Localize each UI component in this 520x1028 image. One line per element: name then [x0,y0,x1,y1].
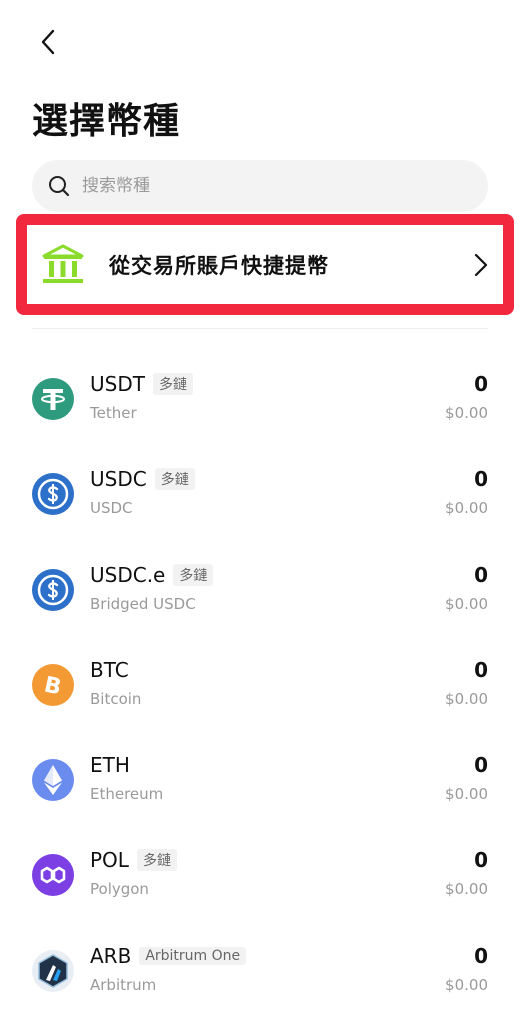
coin-usd-value: $0.00 [445,594,488,613]
coin-amount: 0 [474,848,488,873]
coin-amount: 0 [474,372,488,396]
chevron-left-icon [41,29,55,55]
coin-usd-value: $0.00 [445,880,488,899]
arbitrum-icon [32,949,74,992]
usdc-icon [32,568,74,611]
divider [32,328,488,329]
coin-symbol: ETH [90,753,130,778]
coin-amount: 0 [474,943,488,968]
coin-symbol: USDC.e [90,562,166,587]
coin-row-btc[interactable]: B BTC Bitcoin 0 $0.00 [0,636,520,731]
network-badge: 多鏈 [154,468,195,491]
coin-usd-value: $0.00 [445,975,488,994]
tether-icon [32,378,74,420]
coin-usd-value: $0.00 [445,689,488,708]
coin-symbol: POL [90,848,129,873]
search-bar[interactable] [32,160,488,212]
coin-symbol: BTC [90,657,129,682]
coin-row-arb[interactable]: ARB Arbitrum One Arbitrum 0 $0.00 [0,922,520,1017]
coin-name: Polygon [90,880,149,899]
network-badge: Arbitrum One [139,946,247,965]
polygon-icon [32,854,74,897]
coin-row-usdc[interactable]: USDC 多鏈 USDC 0 $0.00 [0,445,520,540]
quick-withdraw-from-exchange-button[interactable]: 從交易所賬戶快捷提幣 [16,214,514,315]
coin-amount: 0 [474,657,488,682]
coin-usd-value: $0.00 [445,499,488,518]
coin-usd-value: $0.00 [445,785,488,804]
coin-usd-value: $0.00 [445,404,488,422]
chevron-right-icon [474,253,488,277]
coin-row-usdt[interactable]: USDT 多鏈 Tether 0 $0.00 [0,350,520,445]
coin-amount: 0 [474,467,488,492]
coin-list: USDT 多鏈 Tether 0 $0.00 USDC 多鏈 USDC 0 $0.0… [0,350,520,1017]
ethereum-icon [32,759,74,802]
coin-name: USDC [90,499,133,518]
coin-row-eth[interactable]: ETH Ethereum 0 $0.00 [0,731,520,826]
bank-icon [42,244,84,283]
coin-amount: 0 [474,562,488,587]
coin-name: Bitcoin [90,689,142,708]
page-title: 選擇幣種 [32,101,181,142]
coin-row-pol[interactable]: POL 多鏈 Polygon 0 $0.00 [0,826,520,921]
coin-row-usdc-e[interactable]: USDC.e 多鏈 Bridged USDC 0 $0.00 [0,541,520,636]
coin-name: Ethereum [90,785,164,804]
coin-symbol: USDC [90,467,147,492]
network-badge: 多鏈 [173,563,214,586]
coin-amount: 0 [474,753,488,778]
search-input[interactable] [80,175,464,197]
coin-symbol: USDT [90,372,145,396]
network-badge: 多鏈 [152,373,193,395]
bitcoin-icon: B [32,663,74,706]
coin-name: Tether [90,404,137,422]
quick-withdraw-label: 從交易所賬戶快捷提幣 [109,253,329,278]
network-badge: 多鏈 [136,849,177,872]
coin-symbol: ARB [90,943,132,968]
coin-name: Arbitrum [90,975,157,994]
coin-name: Bridged USDC [90,594,196,613]
usdc-icon [32,473,74,516]
back-button[interactable] [30,24,66,60]
search-icon [49,176,70,197]
